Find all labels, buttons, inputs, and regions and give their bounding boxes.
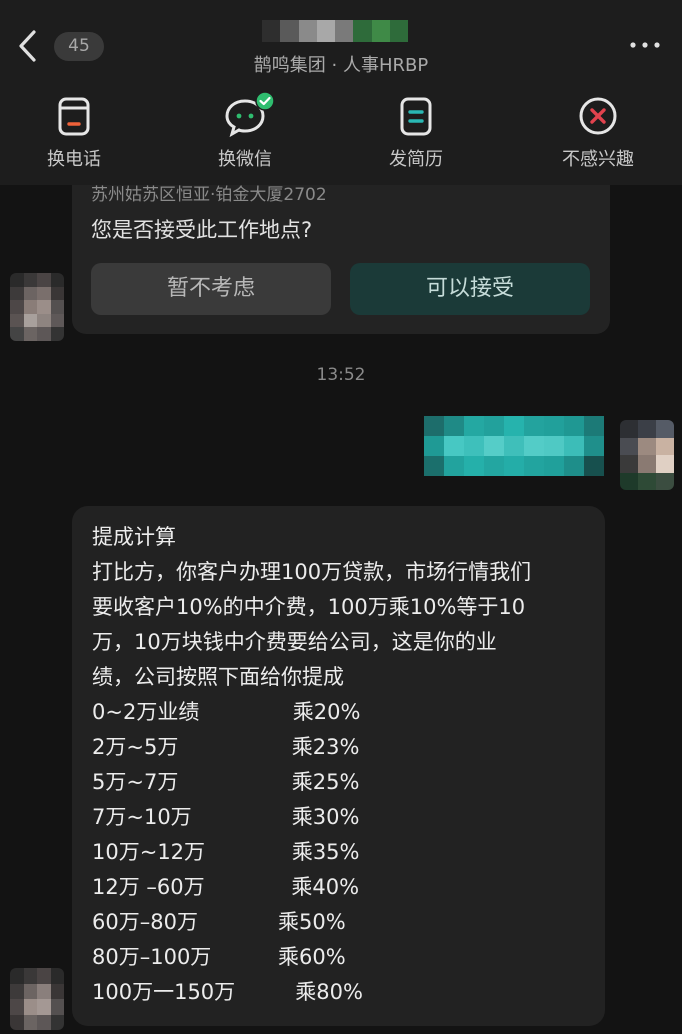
card-question: 您是否接受此工作地点? [91, 218, 313, 242]
message-timestamp: 13:52 [316, 365, 366, 385]
contact-subtitle: 鹊鸣集团 · 人事HRBP [253, 55, 429, 76]
sender-avatar[interactable] [10, 968, 64, 1030]
resume-icon [394, 95, 438, 139]
accept-button[interactable]: 可以接受 [350, 263, 590, 315]
exchange-phone-button[interactable]: 换电话 [14, 95, 134, 171]
commission-tier-row: 7万~10万 乘30% [92, 805, 360, 829]
message-line: 要收客户10%的中介费，100万乘10%等于10 [92, 595, 526, 619]
chat-header: 45 鹊鸣集团 · 人事HRBP 换电话 换微信 发简历 不感兴趣 [0, 0, 682, 185]
not-interested-icon [576, 95, 620, 139]
sender-avatar[interactable] [10, 273, 64, 341]
wechat-icon [223, 91, 275, 139]
contact-name-blurred [262, 20, 408, 42]
outgoing-message-bubble[interactable] [424, 416, 604, 476]
commission-tier-row: 10万~12万 乘35% [92, 840, 360, 864]
incoming-message-bubble[interactable]: 提成计算 打比方，你客户办理100万贷款，市场行情我们 要收客户10%的中介费，… [72, 506, 605, 1026]
more-icon [630, 42, 660, 48]
my-avatar[interactable] [620, 420, 674, 490]
not-interested-button[interactable]: 不感兴趣 [538, 95, 658, 171]
action-label: 换电话 [47, 149, 101, 170]
commission-tier-row: 0~2万业绩 乘20% [92, 700, 361, 724]
commission-tier-row: 60万–80万 乘50% [92, 910, 346, 934]
action-label: 不感兴趣 [562, 149, 634, 170]
message-line: 打比方，你客户办理100万贷款，市场行情我们 [92, 560, 532, 584]
message-line: 绩，公司按照下面给你提成 [92, 665, 344, 689]
message-line: 万，10万块钱中介费要给公司，这是你的业 [92, 630, 497, 654]
phone-icon [52, 95, 96, 139]
commission-tier-row: 100万一150万 乘80% [92, 980, 363, 1004]
check-badge-icon [255, 91, 275, 111]
commission-tier-row: 12万 –60万 乘40% [92, 875, 360, 899]
commission-tier-row: 2万~5万 乘23% [92, 735, 360, 759]
commission-tier-row: 5万~7万 乘25% [92, 770, 360, 794]
action-label: 发简历 [389, 149, 443, 170]
more-options-button[interactable] [628, 36, 662, 54]
commission-tier-row: 80万–100万 乘60% [92, 945, 346, 969]
send-resume-button[interactable]: 发简历 [356, 95, 476, 171]
exchange-wechat-button[interactable]: 换微信 [185, 91, 305, 171]
message-line: 提成计算 [92, 525, 176, 549]
action-label: 换微信 [218, 149, 272, 170]
location-confirm-card: 苏州姑苏区恒亚·铂金大厦2702 您是否接受此工作地点? 暂不考虑 可以接受 [72, 160, 610, 334]
decline-button[interactable]: 暂不考虑 [91, 263, 331, 315]
action-bar: 换电话 换微信 发简历 不感兴趣 [0, 91, 682, 175]
